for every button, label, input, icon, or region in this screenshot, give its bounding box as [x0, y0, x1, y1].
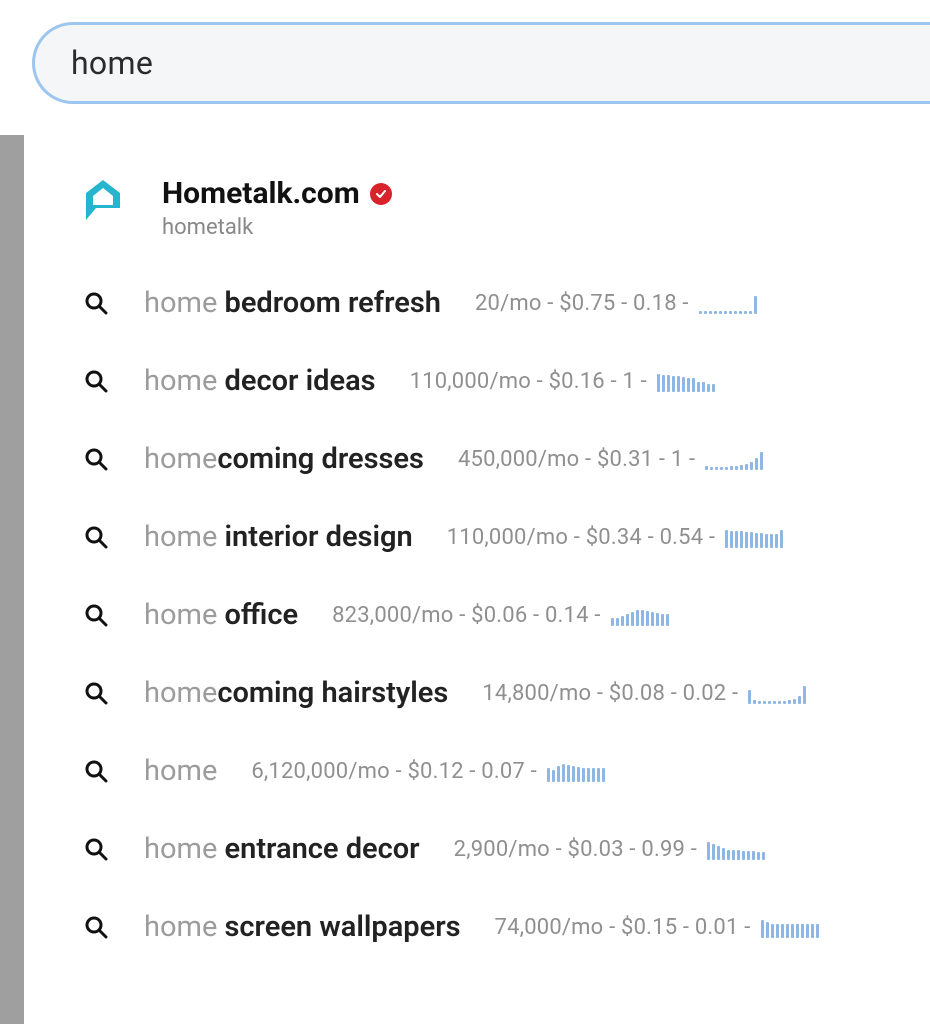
left-gutter — [0, 135, 24, 1024]
sparkline-icon — [699, 292, 757, 314]
search-icon — [82, 759, 110, 783]
sparkline-icon — [725, 526, 783, 548]
search-icon — [82, 837, 110, 861]
suggestion-stats: 20/mo - $0.75 - 0.18 - — [475, 291, 757, 316]
suggestion-stats: 74,000/mo - $0.15 - 0.01 - — [495, 915, 819, 940]
suggestion-term: home screen wallpapers — [144, 910, 461, 944]
suggestion-term: home office — [144, 598, 298, 632]
suggestion-row[interactable]: homecoming dresses 450,000/mo - $0.31 - 1… — [82, 442, 930, 476]
suggestion-term: home bedroom refresh — [144, 286, 441, 320]
suggestion-stats: 823,000/mo - $0.06 - 0.14 - — [332, 603, 669, 628]
suggestion-term: home interior design — [144, 520, 413, 554]
suggestion-term: homecoming hairstyles — [144, 676, 448, 710]
suggestion-stats: 110,000/mo - $0.16 - 1 - — [410, 369, 715, 394]
suggestion-row[interactable]: home decor ideas 110,000/mo - $0.16 - 1 - — [82, 364, 930, 398]
search-box[interactable] — [32, 22, 930, 104]
search-icon — [82, 369, 110, 393]
suggestion-panel: Hometalk.com hometalk home bedroom refre… — [24, 130, 930, 944]
suggestion-row[interactable]: home office 823,000/mo - $0.06 - 0.14 - — [82, 598, 930, 632]
suggestion-row[interactable]: home entrance decor 2,900/mo - $0.03 - 0.… — [82, 832, 930, 866]
search-icon — [82, 525, 110, 549]
search-icon — [82, 291, 110, 315]
suggestion-term: home entrance decor — [144, 832, 420, 866]
suggestion-row[interactable]: home screen wallpapers 74,000/mo - $0.15 … — [82, 910, 930, 944]
suggestion-row[interactable]: home 6,120,000/mo - $0.12 - 0.07 - — [82, 754, 930, 788]
suggestion-row[interactable]: home bedroom refresh 20/mo - $0.75 - 0.18… — [82, 286, 930, 320]
suggestion-row[interactable]: home interior design 110,000/mo - $0.34 -… — [82, 520, 930, 554]
sparkline-icon — [611, 604, 669, 626]
sparkline-icon — [705, 448, 763, 470]
site-result[interactable]: Hometalk.com hometalk — [82, 176, 930, 240]
suggestion-stats: 110,000/mo - $0.34 - 0.54 - — [447, 525, 784, 550]
suggestion-stats: 2,900/mo - $0.03 - 0.99 - — [454, 837, 765, 862]
suggestion-term: homecoming dresses — [144, 442, 424, 476]
suggestion-term: home decor ideas — [144, 364, 376, 398]
search-icon — [82, 681, 110, 705]
search-icon — [82, 915, 110, 939]
suggestion-term: home — [144, 754, 217, 788]
suggestion-row[interactable]: homecoming hairstyles 14,800/mo - $0.08 -… — [82, 676, 930, 710]
sparkline-icon — [748, 682, 806, 704]
search-input[interactable] — [69, 43, 930, 83]
suggestion-stats: 14,800/mo - $0.08 - 0.02 - — [482, 681, 806, 706]
sparkline-icon — [761, 916, 819, 938]
suggestion-stats: 6,120,000/mo - $0.12 - 0.07 - — [251, 759, 605, 784]
site-title: Hometalk.com — [162, 176, 360, 211]
search-icon — [82, 447, 110, 471]
suggestion-stats: 450,000/mo - $0.31 - 1 - — [458, 447, 763, 472]
sparkline-icon — [707, 838, 765, 860]
verified-badge-icon — [370, 183, 392, 205]
sparkline-icon — [657, 370, 715, 392]
sparkline-icon — [547, 760, 605, 782]
site-subtitle: hometalk — [162, 215, 392, 240]
search-icon — [82, 603, 110, 627]
site-logo-icon — [82, 178, 124, 226]
